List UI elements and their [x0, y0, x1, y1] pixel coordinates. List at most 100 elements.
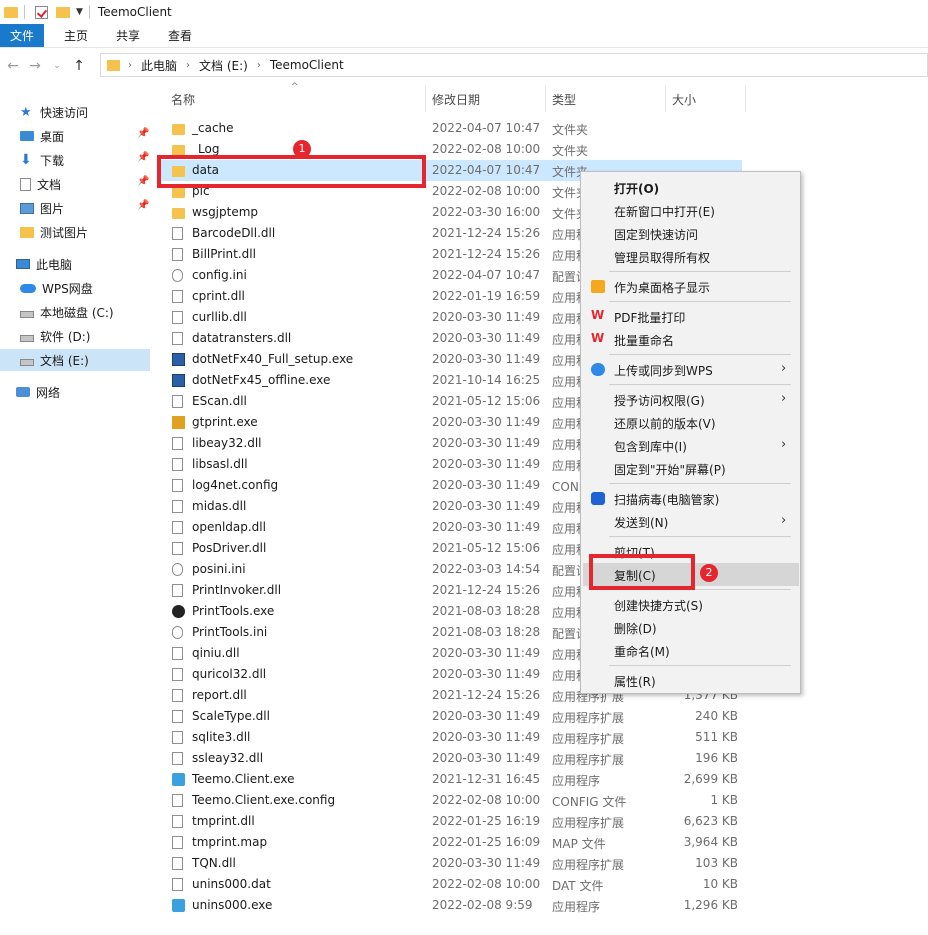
breadcrumb-drive-e[interactable]: 文档 (E:) [199, 57, 248, 74]
file-row[interactable]: ssleay32.dll 2020-03-30 11:49 应用程序扩展 196 KB [160, 748, 920, 769]
file-row[interactable]: curllib.dll2020-03-30 11:49应用程序扩展 [160, 307, 920, 328]
file-row[interactable]: qiniu.dll2020-03-30 11:49应用程序扩展 [160, 643, 920, 664]
file-row[interactable]: log4net.config2020-03-30 11:49CONFIG 文件 [160, 475, 920, 496]
menu-item-0[interactable]: 打开(O) [581, 176, 800, 199]
breadcrumb-this-pc[interactable]: 此电脑 [141, 57, 177, 74]
column-header-type[interactable]: 类型 [552, 86, 576, 112]
sidebar-item-8[interactable]: 本地磁盘 (C:) [20, 301, 114, 323]
tab-home[interactable]: 主页 [44, 24, 102, 47]
menu-item-1[interactable]: 在新窗口中打开(E) [581, 199, 800, 222]
file-row[interactable]: quricol32.dll2020-03-30 11:49应用程序扩展 [160, 664, 920, 685]
new-folder-icon[interactable] [56, 6, 70, 18]
sidebar-item-9[interactable]: 软件 (D:) [20, 325, 90, 347]
file-row[interactable]: libsasl.dll2020-03-30 11:49应用程序扩展 [160, 454, 920, 475]
menu-item-24[interactable]: 删除(D) [581, 616, 800, 639]
file-row[interactable]: dotNetFx40_Full_setup.exe 2020-03-30 11:4… [160, 349, 920, 370]
file-row[interactable]: PosDriver.dll2021-05-12 15:06应用程序扩展 [160, 538, 920, 559]
column-divider[interactable] [425, 86, 426, 112]
column-divider[interactable] [545, 86, 546, 112]
menu-item-7[interactable]: W PDF批量打印 [581, 305, 800, 328]
file-row[interactable]: sqlite3.dll 2020-03-30 11:49 应用程序扩展 511 KB [160, 727, 920, 748]
file-row[interactable]: TQN.dll 2020-03-30 11:49 应用程序扩展 103 KB [160, 853, 920, 874]
file-name: openldap.dll [192, 520, 266, 534]
menu-item-23[interactable]: 创建快捷方式(S) [581, 593, 800, 616]
file-date: 2020-03-30 11:49 [432, 667, 541, 681]
pin-icon[interactable]: 📌 [137, 152, 149, 163]
chevron-down-icon[interactable]: ▼ [76, 7, 83, 17]
file-row[interactable]: wsgjptemp 2022-03-30 16:00 文件夹 [160, 202, 920, 223]
file-row[interactable]: gtprint.exe 2020-03-30 11:49 应用程序 [160, 412, 920, 433]
menu-item-5[interactable]: 作为桌面格子显示 [581, 275, 800, 298]
menu-item-13[interactable]: 还原以前的版本(V) [581, 411, 800, 434]
menu-item-10[interactable]: 上传或同步到WPS › [581, 358, 800, 381]
menu-item-label: PDF批量打印 [614, 311, 686, 325]
file-row[interactable]: PrintTools.exe 2021-08-03 18:28 应用程序 [160, 601, 920, 622]
tab-file[interactable]: 文件 [0, 24, 44, 47]
sidebar-item-10[interactable]: 文档 (E:) [0, 349, 150, 371]
menu-item-8[interactable]: W 批量重命名 [581, 328, 800, 351]
up-arrow-icon[interactable]: ↑ [68, 58, 90, 74]
file-row[interactable]: PrintInvoker.dll2021-12-24 15:26应用程序扩展 [160, 580, 920, 601]
file-row[interactable]: dotNetFx45_offline.exe 2021-10-14 16:25 应用… [160, 370, 920, 391]
column-divider[interactable] [665, 86, 666, 112]
menu-item-15[interactable]: 固定到"开始"屏幕(P) [581, 457, 800, 480]
file-row[interactable]: unins000.dat 2022-02-08 10:00 DAT 文件 10 KB [160, 874, 920, 895]
file-row[interactable]: EScan.dll2021-05-12 15:06应用程序扩展 [160, 391, 920, 412]
file-row[interactable]: tmprint.dll 2022-01-25 16:19 应用程序扩展 6,623 K… [160, 811, 920, 832]
file-row[interactable]: ScaleType.dll 2020-03-30 11:49 应用程序扩展 240 K… [160, 706, 920, 727]
sidebar-item-3[interactable]: 文档 [20, 173, 61, 195]
menu-item-2[interactable]: 固定到快速访问 [581, 222, 800, 245]
file-row[interactable]: report.dll 2021-12-24 15:26 应用程序扩展 1,377 KB [160, 685, 920, 706]
file-type: 应用程序扩展 [552, 858, 625, 872]
column-divider[interactable] [745, 86, 746, 112]
breadcrumb-teemoclient[interactable]: TeemoClient [270, 58, 344, 72]
menu-item-3[interactable]: 管理员取得所有权 [581, 245, 800, 268]
file-row[interactable]: posini.ini 2022-03-03 14:54 配置设置 [160, 559, 920, 580]
sidebar-item-0[interactable]: ★ 快速访问 [20, 101, 88, 123]
tab-view[interactable]: 查看 [154, 24, 206, 47]
file-row[interactable]: _cache 2022-04-07 10:47 文件夹 [160, 118, 920, 139]
file-row[interactable]: Teemo.Client.exe 2021-12-31 16:45 应用程序 2,69… [160, 769, 920, 790]
file-row[interactable]: openldap.dll2020-03-30 11:49应用程序扩展 [160, 517, 920, 538]
title-bar: ▼ TeemoClient [0, 0, 928, 24]
file-row[interactable]: tmprint.map 2022-01-25 16:09 MAP 文件 3,964 K… [160, 832, 920, 853]
column-header-date[interactable]: 修改日期 [432, 86, 480, 112]
menu-item-14[interactable]: 包含到库中(I) › [581, 434, 800, 457]
pin-icon[interactable]: 📌 [137, 176, 149, 187]
menu-item-18[interactable]: 发送到(N) › [581, 510, 800, 533]
menu-separator [609, 384, 791, 385]
file-row[interactable]: unins000.exe 2022-02-08 9:59 应用程序 1,296 KB [160, 895, 920, 916]
menu-item-12[interactable]: 授予访问权限(G) › [581, 388, 800, 411]
back-arrow-icon[interactable]: ← [2, 58, 24, 74]
file-row[interactable]: BillPrint.dll2021-12-24 15:26应用程序扩展 [160, 244, 920, 265]
pin-icon[interactable]: 📌 [137, 200, 149, 211]
menu-item-label: 扫描病毒(电脑管家) [614, 493, 720, 507]
tab-share[interactable]: 共享 [102, 24, 154, 47]
file-row[interactable]: libeay32.dll2020-03-30 11:49应用程序扩展 [160, 433, 920, 454]
file-row[interactable]: PrintTools.ini 2021-08-03 18:28 配置设置 [160, 622, 920, 643]
properties-icon[interactable] [35, 5, 48, 19]
file-row[interactable]: cprint.dll2022-01-19 16:59应用程序扩展 [160, 286, 920, 307]
sidebar-item-1[interactable]: 桌面 [20, 125, 64, 147]
address-bar[interactable]: › 此电脑 › 文档 (E:) › TeemoClient [100, 53, 928, 77]
column-header-name[interactable]: 名称 [171, 86, 195, 112]
sidebar-item-4[interactable]: 图片 [20, 197, 64, 219]
file-row[interactable]: config.ini 2022-04-07 10:47 配置设置 [160, 265, 920, 286]
file-row[interactable]: datatransters.dll2020-03-30 11:49应用程序扩展 [160, 328, 920, 349]
file-row[interactable]: BarcodeDll.dll2021-12-24 15:26应用程序扩展 [160, 223, 920, 244]
sidebar-item-2[interactable]: ⬇ 下载 [20, 149, 64, 171]
sidebar-item-5[interactable]: 测试图片 [20, 221, 88, 243]
sidebar-item-6[interactable]: 此电脑 [16, 253, 72, 275]
menu-item-25[interactable]: 重命名(M) [581, 639, 800, 662]
menu-item-27[interactable]: 属性(R) [581, 669, 800, 692]
file-row[interactable]: midas.dll2020-03-30 11:49应用程序扩展 [160, 496, 920, 517]
sidebar-item-11[interactable]: 网络 [16, 381, 60, 403]
forward-arrow-icon[interactable]: → [24, 58, 46, 74]
menu-item-17[interactable]: 扫描病毒(电脑管家) [581, 487, 800, 510]
file-row[interactable]: Teemo.Client.exe.config 2022-02-08 10:00 C… [160, 790, 920, 811]
cloud-icon [20, 283, 36, 293]
pin-icon[interactable]: 📌 [137, 128, 149, 139]
recent-chevron-icon[interactable]: ⌄ [46, 61, 68, 71]
sidebar-item-7[interactable]: WPS网盘 [20, 277, 93, 299]
column-header-size[interactable]: 大小 [672, 86, 696, 112]
